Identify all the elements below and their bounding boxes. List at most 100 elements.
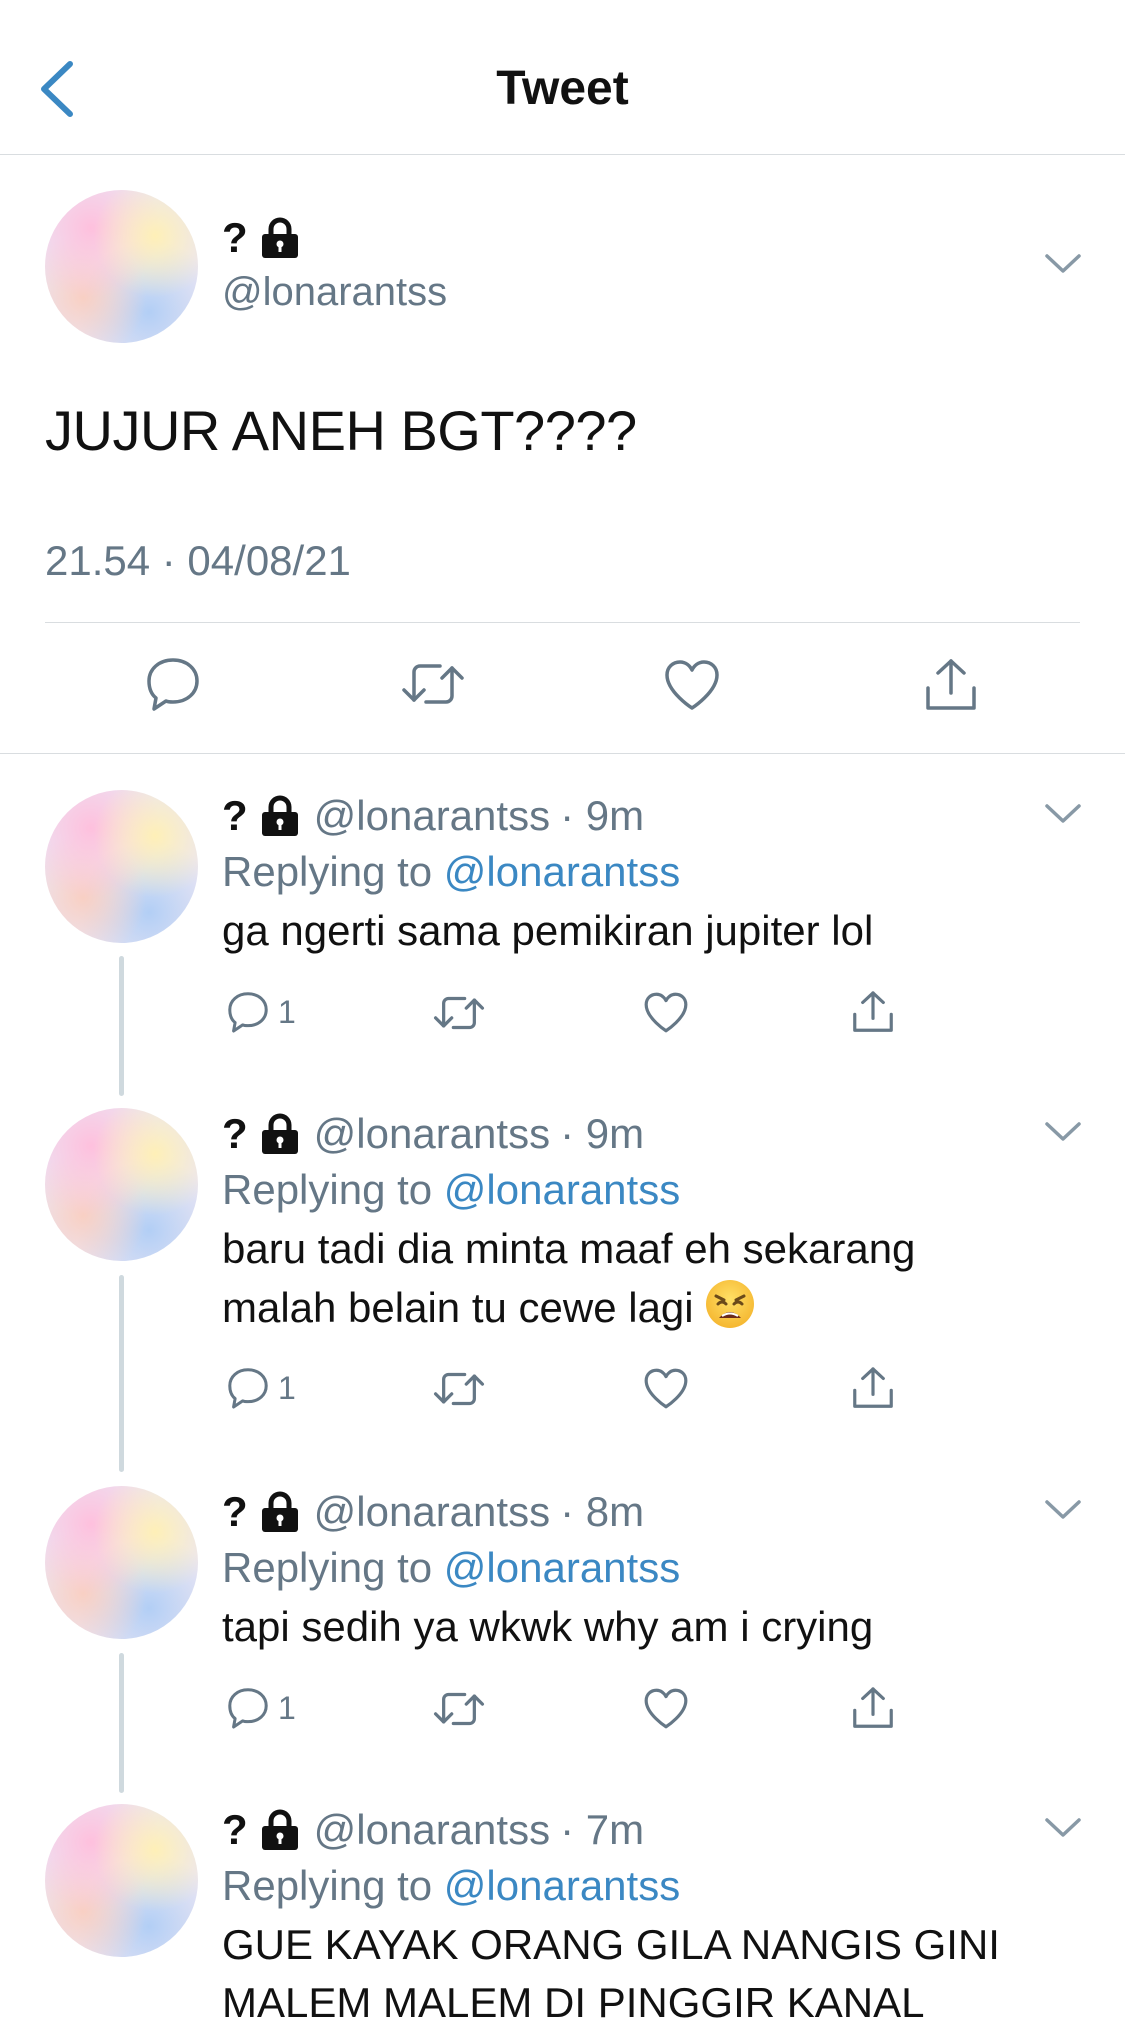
reply-text-line: tapi sedih ya wkwk why am i crying xyxy=(222,1598,1062,1656)
reply-time: · 7m xyxy=(560,1806,645,1853)
reply-text-content: GUE KAYAK ORANG GILA NANGIS GINI xyxy=(222,1921,1000,1968)
retweet-icon xyxy=(433,996,485,1030)
replying-to-label: Replying to xyxy=(222,1166,444,1213)
lock-icon xyxy=(261,1809,298,1850)
display-name: ? xyxy=(222,214,248,261)
more-options-button[interactable] xyxy=(1044,252,1082,276)
reply-time: · 9m xyxy=(560,792,645,839)
reply-author-row: ? @lonarantss · 8m xyxy=(222,1486,644,1538)
retweet-icon xyxy=(402,664,464,704)
reply-button[interactable]: 1 xyxy=(226,1366,296,1410)
reply-time: · 8m xyxy=(560,1488,645,1535)
reply-button[interactable]: 1 xyxy=(226,1686,296,1730)
tweet-text: JUJUR ANEH BGT???? xyxy=(45,399,637,462)
retweet-button[interactable] xyxy=(432,1688,486,1730)
replying-to: Replying to @lonarantss xyxy=(222,848,680,896)
reply-count: 1 xyxy=(278,1369,296,1406)
chevron-down-icon xyxy=(1045,1122,1081,1141)
replying-to: Replying to @lonarantss xyxy=(222,1862,680,1910)
reply-button[interactable] xyxy=(144,655,202,713)
share-button[interactable] xyxy=(850,1685,896,1731)
replying-to-mention[interactable]: @lonarantss xyxy=(444,1862,680,1909)
reply-time: · 9m xyxy=(560,1110,645,1157)
chevron-down-icon xyxy=(1045,1500,1081,1519)
reply-text-content: ga ngerti sama pemikiran jupiter lol xyxy=(222,907,874,954)
author-handle[interactable]: @lonarantss xyxy=(222,270,447,315)
reply-author-row: ? @lonarantss · 9m xyxy=(222,790,644,842)
chevron-down-icon xyxy=(1045,254,1081,273)
like-button[interactable] xyxy=(643,991,689,1034)
reply-text-line: baru tadi dia minta maaf eh sekarang xyxy=(222,1220,1062,1278)
weary-face-emoji xyxy=(705,1280,754,1328)
tweet-timestamp: 21.54 · 04/08/21 xyxy=(45,537,351,584)
reply-text: GUE KAYAK ORANG GILA NANGIS GINI MALEM MA… xyxy=(222,1916,1062,2032)
display-name: ? xyxy=(222,1806,248,1853)
reply-avatar[interactable] xyxy=(45,1108,198,1261)
replying-to: Replying to @lonarantss xyxy=(222,1544,680,1592)
retweet-button[interactable] xyxy=(400,658,466,710)
more-options-button[interactable] xyxy=(1044,1498,1082,1522)
share-icon xyxy=(853,991,893,1032)
author-handle[interactable]: @lonarantss xyxy=(314,792,550,840)
lock-icon xyxy=(261,1113,298,1154)
replying-to-label: Replying to xyxy=(222,848,444,895)
retweet-button[interactable] xyxy=(432,1368,486,1410)
reply-count: 1 xyxy=(278,1689,296,1726)
reply-text-content: tapi sedih ya wkwk why am i crying xyxy=(222,1603,874,1650)
heart-icon xyxy=(644,992,688,1033)
author-handle[interactable]: @lonarantss xyxy=(314,1110,550,1158)
retweet-icon xyxy=(433,1692,485,1726)
thread-line xyxy=(119,956,124,1096)
share-button[interactable] xyxy=(850,1365,896,1411)
reply-avatar[interactable] xyxy=(45,1804,198,1957)
display-name: ? xyxy=(222,1110,248,1157)
author-handle[interactable]: @lonarantss xyxy=(314,1806,550,1854)
lock-icon xyxy=(261,1491,298,1532)
heart-icon xyxy=(644,1688,688,1729)
reply-text-line: ga ngerti sama pemikiran jupiter lol xyxy=(222,902,1062,960)
share-button[interactable] xyxy=(850,989,896,1035)
reply-button[interactable]: 1 xyxy=(226,990,296,1034)
like-button[interactable] xyxy=(643,1687,689,1730)
retweet-icon xyxy=(433,1372,485,1406)
divider xyxy=(45,622,1080,623)
author-handle[interactable]: @lonarantss xyxy=(314,1488,550,1536)
replying-to-mention[interactable]: @lonarantss xyxy=(444,1544,680,1591)
replying-to-mention[interactable]: @lonarantss xyxy=(444,1166,680,1213)
replying-to-mention[interactable]: @lonarantss xyxy=(444,848,680,895)
like-button[interactable] xyxy=(663,658,721,712)
reply-text-content: MALEM MALEM DI PINGGIR KANAL xyxy=(222,1979,925,2026)
author-name-row: ? xyxy=(222,214,300,262)
avatar[interactable] xyxy=(45,190,198,343)
reply-icon xyxy=(147,658,199,711)
reply-avatar[interactable] xyxy=(45,790,198,943)
reply-author-row: ? @lonarantss · 9m xyxy=(222,1108,644,1160)
thread-line xyxy=(119,1275,124,1472)
heart-icon xyxy=(644,1368,688,1409)
share-icon xyxy=(853,1367,893,1408)
more-options-button[interactable] xyxy=(1044,802,1082,826)
retweet-button[interactable] xyxy=(432,992,486,1034)
reply-text-line: MALEM MALEM DI PINGGIR KANAL xyxy=(222,1974,1062,2032)
lock-icon xyxy=(261,795,298,836)
reply-icon xyxy=(228,1368,268,1409)
share-icon xyxy=(853,1687,893,1728)
replying-to-label: Replying to xyxy=(222,1544,444,1591)
more-options-button[interactable] xyxy=(1044,1816,1082,1840)
reply-author-row: ? @lonarantss · 7m xyxy=(222,1804,644,1856)
like-button[interactable] xyxy=(643,1367,689,1410)
more-options-button[interactable] xyxy=(1044,1120,1082,1144)
reply-text: baru tadi dia minta maaf eh sekarang mala… xyxy=(222,1220,1062,1337)
share-button[interactable] xyxy=(922,656,980,714)
share-icon xyxy=(926,659,976,710)
heart-icon xyxy=(665,660,719,710)
reply-icon xyxy=(228,1688,268,1729)
reply-avatar[interactable] xyxy=(45,1486,198,1639)
chevron-down-icon xyxy=(1045,1818,1081,1837)
divider xyxy=(0,753,1125,754)
reply-count: 1 xyxy=(278,993,296,1030)
reply-text: tapi sedih ya wkwk why am i crying xyxy=(222,1598,1062,1656)
reply-text-content: baru tadi dia minta maaf eh sekarang xyxy=(222,1225,916,1272)
display-name: ? xyxy=(222,1488,248,1535)
replying-to-label: Replying to xyxy=(222,1862,444,1909)
